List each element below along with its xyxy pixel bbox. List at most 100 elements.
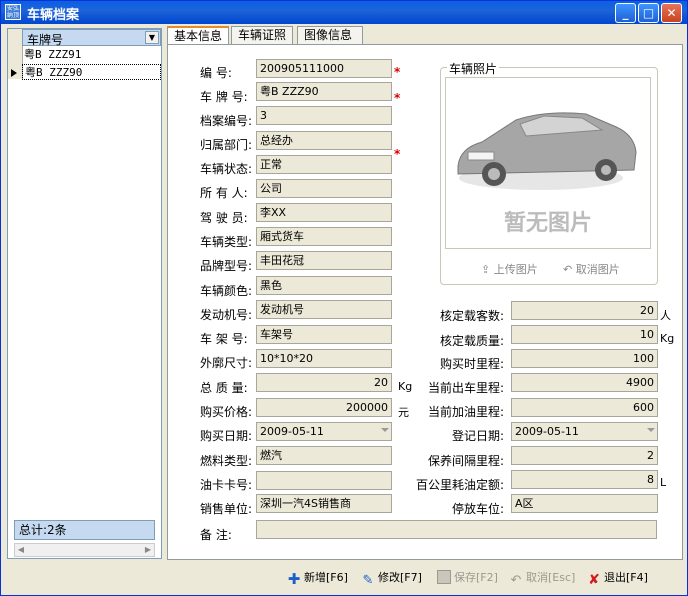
total-mass-field[interactable]: 20 (256, 373, 392, 392)
price-unit: 元 (398, 406, 409, 419)
upload-icon: ⇪ (481, 263, 491, 276)
purchase-date-value: 2009-05-11 (260, 425, 324, 438)
parking-label: 停放车位: (452, 502, 505, 516)
photo-placeholder-text: 暂无图片 (504, 210, 592, 235)
maximize-icon: □ (642, 6, 655, 20)
engine-no-label: 发动机号: (200, 308, 253, 322)
fuel-type-field[interactable]: 燃汽 (256, 446, 392, 465)
title-bar: 安弘 纳顶 车辆档案 _ □ ✕ (1, 1, 687, 24)
purchase-date-label: 购买日期: (200, 429, 253, 443)
department-field[interactable]: 总经办 (256, 131, 392, 150)
brand-model-label: 品牌型号: (200, 259, 253, 273)
remarks-field[interactable] (256, 520, 657, 539)
add-button[interactable]: ✚ 新增[F6] (287, 569, 348, 588)
rated-load-field[interactable]: 10 (511, 325, 658, 344)
exit-button[interactable]: ✘ 退出[F4] (587, 569, 648, 587)
price-field[interactable]: 200000 (256, 398, 392, 417)
plus-icon: ✚ (287, 570, 301, 588)
chevron-down-icon[interactable] (647, 428, 655, 432)
engine-no-field[interactable]: 发动机号 (256, 300, 392, 319)
close-button[interactable]: ✕ (661, 3, 682, 23)
register-date-value: 2009-05-11 (515, 425, 579, 438)
price-label: 购买价格: (200, 405, 253, 419)
horizontal-scrollbar[interactable]: ◀ ▶ (14, 543, 155, 557)
dimensions-label: 外廓尺寸: (200, 356, 253, 370)
vehicle-photo-group: 车辆照片 暂无图片 ⇪ 上传图片 ↶ 取消图片 (440, 60, 658, 285)
close-icon: ✕ (666, 6, 677, 20)
vehicle-list-panel: 车牌号 ▼ 粤B ZZZ91 粤B ZZZ90 总计:2条 ◀ ▶ (7, 28, 162, 559)
brand-model-field[interactable]: 丰田花冠 (256, 251, 392, 270)
car-placeholder-icon: 暂无图片 (457, 112, 637, 235)
driver-label: 驾 驶 员: (200, 211, 248, 225)
fuel-card-field[interactable] (256, 471, 392, 490)
scroll-left-icon[interactable]: ◀ (15, 544, 27, 556)
rated-passengers-field[interactable]: 20 (511, 301, 658, 320)
department-label: 归属部门: (200, 138, 253, 152)
tab-basic-info[interactable]: 基本信息 (167, 26, 229, 45)
archive-no-label: 档案编号: (200, 114, 253, 128)
cancel-photo-button[interactable]: ↶ 取消图片 (563, 261, 620, 277)
driver-field[interactable]: 李XX (256, 203, 392, 222)
current-fuel-mileage-field[interactable]: 600 (511, 398, 658, 417)
vehicle-list-row-selected[interactable]: 粤B ZZZ90 (22, 64, 161, 80)
edit-button-label: 修改[F7] (378, 571, 422, 584)
edit-button[interactable]: ✎ 修改[F7] (361, 569, 422, 588)
fuel-per-100km-label: 百公里耗油定额: (416, 478, 505, 492)
tab-vehicle-licenses[interactable]: 车辆证照 (231, 26, 293, 44)
vehicle-archive-window: 安弘 纳顶 车辆档案 _ □ ✕ 车牌号 ▼ 粤B ZZZ91 粤B ZZZ90 … (0, 0, 688, 596)
chevron-down-icon[interactable] (381, 428, 389, 432)
current-row-pointer-icon (11, 69, 17, 77)
maximize-button[interactable]: □ (638, 3, 659, 23)
rated-passengers-unit: 人 (660, 309, 671, 322)
purchase-mileage-label: 购买时里程: (440, 357, 505, 371)
vehicle-list-row[interactable]: 粤B ZZZ91 (22, 47, 161, 63)
status-label: 车辆状态: (200, 162, 253, 176)
status-field[interactable]: 正常 (256, 155, 392, 174)
frame-no-field[interactable]: 车架号 (256, 325, 392, 344)
color-field[interactable]: 黑色 (256, 276, 392, 295)
plate-field[interactable]: 粤B ZZZ90 (256, 82, 392, 101)
plate-label: 车 牌 号: (200, 90, 248, 104)
dimensions-field[interactable]: 10*10*20 (256, 349, 392, 368)
rated-load-label: 核定载质量: (440, 334, 505, 348)
maintenance-interval-label: 保养间隔里程: (428, 454, 505, 468)
undo-icon: ↶ (510, 573, 522, 588)
upload-photo-button[interactable]: ⇪ 上传图片 (481, 261, 538, 277)
current-out-mileage-field[interactable]: 4900 (511, 373, 658, 392)
purchase-date-picker[interactable]: 2009-05-11 (256, 422, 392, 441)
number-field[interactable]: 200905111000 (256, 59, 392, 78)
color-label: 车辆颜色: (200, 284, 253, 298)
column-filter-dropdown-icon[interactable]: ▼ (145, 31, 159, 44)
number-label: 编 号: (200, 66, 232, 80)
plate-column-header[interactable]: 车牌号 ▼ (22, 29, 161, 47)
register-date-label: 登记日期: (452, 429, 505, 443)
fuel-per-100km-field[interactable]: 8 (511, 470, 658, 489)
maintenance-interval-field[interactable]: 2 (511, 446, 658, 465)
photo-legend: 车辆照片 (447, 60, 500, 77)
owner-label: 所 有 人: (200, 186, 248, 200)
current-out-mileage-label: 当前出车里程: (428, 381, 505, 395)
owner-field[interactable]: 公司 (256, 179, 392, 198)
cancel-button[interactable]: ↶ 取消[Esc] (509, 569, 576, 588)
undo-icon: ↶ (563, 263, 573, 276)
minimize-button[interactable]: _ (615, 3, 636, 23)
rated-passengers-label: 核定载客数: (440, 309, 505, 323)
app-logo-icon: 安弘 纳顶 (5, 4, 21, 20)
vehicle-type-field[interactable]: 厢式货车 (256, 227, 392, 246)
save-button-label: 保存[F2] (454, 571, 498, 584)
fuel-per-100km-unit: L (660, 476, 667, 489)
purchase-mileage-field[interactable]: 100 (511, 349, 658, 368)
register-date-picker[interactable]: 2009-05-11 (511, 422, 658, 441)
archive-no-field[interactable]: 3 (256, 106, 392, 125)
tab-image-info[interactable]: 图像信息 (297, 26, 363, 44)
upload-photo-label: 上传图片 (493, 263, 538, 276)
frame-no-label: 车 架 号: (200, 332, 248, 346)
fuel-card-label: 油卡卡号: (200, 478, 253, 492)
dealer-field[interactable]: 深圳一汽4S销售商 (256, 494, 392, 513)
parking-field[interactable]: A区 (511, 494, 658, 513)
minimize-icon: _ (622, 6, 629, 20)
add-button-label: 新增[F6] (304, 571, 348, 584)
scroll-right-icon[interactable]: ▶ (142, 544, 154, 556)
save-button[interactable]: 保存[F2] (437, 569, 498, 585)
remarks-label: 备 注: (200, 528, 232, 542)
